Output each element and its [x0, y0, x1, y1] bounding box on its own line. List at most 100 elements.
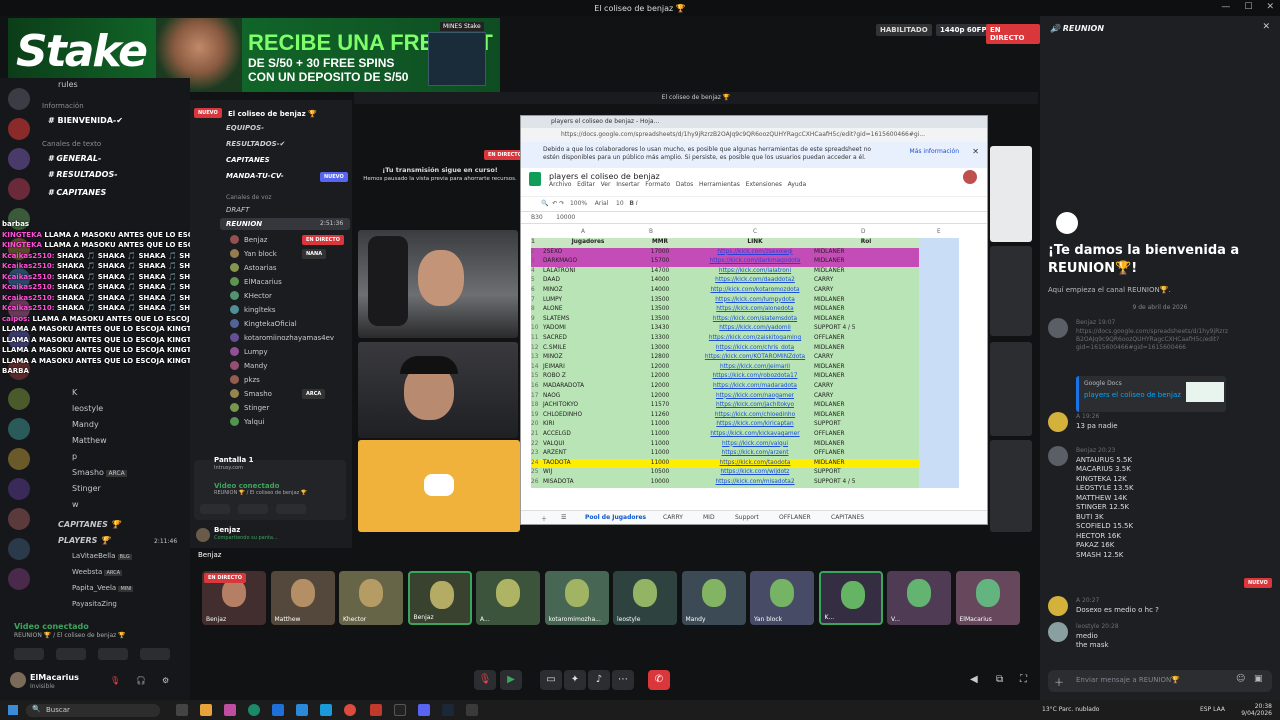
cell-link[interactable]: https://kick.com/misadota2 — [679, 479, 831, 485]
cell-link[interactable]: https://kick.com/taodota — [679, 460, 831, 466]
taskbar-search[interactable]: 🔍 Buscar — [26, 704, 160, 717]
avatar[interactable] — [963, 170, 977, 184]
participant-tile[interactable]: K... — [818, 571, 883, 625]
table-row[interactable]: 25 WIJ 10500 https://kick.com/wijdotz SUPPOR… — [531, 468, 919, 478]
voice-member[interactable]: LaVitaeBella BLG — [72, 552, 132, 560]
camera-button[interactable] — [200, 504, 230, 514]
table-row[interactable]: 26 MISADOTA 10000 https://kick.com/misadota… — [531, 478, 919, 488]
browser-tab[interactable]: players el coliseo de benjaz - Hoja... — [521, 116, 987, 128]
avatar[interactable] — [1048, 318, 1068, 338]
cell-link[interactable]: https://kick.com/lumpydota — [679, 297, 831, 303]
table-row[interactable]: 18 JACHITOKYO 11570 https://kick.com/jachit… — [531, 401, 919, 411]
user-name[interactable]: Benjaz — [214, 526, 240, 534]
table-row[interactable]: 12 C.SMILE 13000 https://kick.com/chris_dot… — [531, 343, 919, 354]
server-icon[interactable] — [8, 148, 30, 170]
voice-member[interactable]: Mandy — [72, 420, 99, 429]
table-row[interactable]: 13 MINOZ 12800 https://kick.com/KOTAROMINZd… — [531, 353, 919, 363]
mic-muted-icon[interactable]: 🎙 — [474, 670, 496, 690]
message-author[interactable]: Benjaz — [1076, 447, 1096, 454]
voice-member[interactable]: Yalqui — [244, 418, 264, 426]
cell-link[interactable]: https://kick.com/naogamer — [679, 393, 831, 399]
clock[interactable]: 20:38 9/04/2026 — [1241, 703, 1272, 717]
table-row[interactable]: 7 LUMPY 13500 https://kick.com/lumpydota MID… — [531, 295, 919, 306]
menu-datos[interactable]: Datos — [676, 181, 693, 188]
server-name[interactable]: El coliseo de benjaz 🏆 — [228, 110, 317, 118]
table-row[interactable]: 8 ALONE 13500 https://kick.com/alonedota MID… — [531, 305, 919, 315]
table-row[interactable]: 21 ACCELGD 11000 https://kick.com/kickavaga… — [531, 430, 919, 440]
cell-link[interactable]: https://kick.com/madaradota — [679, 383, 831, 389]
table-row[interactable]: 23 ARZENT 11000 https://kick.com/arzent OFFL… — [531, 449, 919, 459]
google-sheets-window[interactable]: players el coliseo de benjaz - Hoja... h… — [520, 115, 988, 525]
embed-title[interactable]: players el coliseo de benjaz — [1084, 391, 1181, 399]
activity-icon[interactable]: ✦ — [564, 670, 586, 690]
participant-tile[interactable]: leostyle — [613, 571, 677, 625]
tab-capitanes[interactable]: CAPITANES — [831, 514, 864, 521]
table-row[interactable]: 2 2SEXO 17000 https://kick.com/zsexoleqi MID… — [531, 247, 919, 258]
cell-link[interactable]: https://kick.com/slatemsdota — [679, 316, 831, 322]
webcam-1[interactable] — [358, 230, 518, 338]
channel-equipos[interactable]: EQUIPOS- — [226, 124, 264, 132]
gear-icon[interactable]: ⚙ — [162, 676, 169, 685]
category-voice[interactable]: Canales de voz — [226, 194, 272, 201]
voice-member[interactable]: Stinger — [72, 484, 101, 493]
table-row[interactable]: 17 NAOG 12000 https://kick.com/naogamer CARR… — [531, 391, 919, 402]
col-letter[interactable]: B — [649, 229, 653, 235]
headphones-icon[interactable]: 🎧 — [136, 676, 146, 685]
avatar[interactable] — [230, 375, 239, 384]
col-letter[interactable]: D — [861, 229, 865, 235]
edge-icon[interactable] — [248, 704, 260, 716]
table-row[interactable]: 19 CHLOEDINHO 11260 https://kick.com/chloed… — [531, 410, 919, 421]
voice-member[interactable]: kotaromiinozhayamas4ev — [244, 334, 334, 342]
cell-ref[interactable]: B30 — [531, 214, 543, 221]
cell-link[interactable]: https://kick.com/lalatroni — [679, 268, 831, 274]
table-row[interactable]: 3 DARKMAGO 15700 https://kick.com/darkmagod… — [531, 257, 919, 267]
avatar[interactable] — [230, 263, 239, 272]
channel-draft[interactable]: DRAFT — [226, 206, 249, 214]
cell-link[interactable]: https://kick.com/chris_dota — [679, 345, 831, 351]
channel-capitanes[interactable]: CAPITANES — [226, 156, 270, 164]
voice-member[interactable]: Smasho ARCA — [72, 468, 127, 477]
close-icon[interactable]: ✕ — [1266, 2, 1274, 12]
soundboard-icon[interactable]: ♪ — [588, 670, 610, 690]
table-row[interactable]: 15 ROBO Z 12000 https://kick.com/robozdota1… — [531, 372, 919, 382]
volume-icon[interactable]: ◀ — [970, 674, 978, 685]
avatar[interactable] — [230, 235, 239, 244]
more-info-link[interactable]: Más información — [910, 148, 959, 155]
menu-extensiones[interactable]: Extensiones — [746, 181, 782, 188]
avatar[interactable] — [230, 249, 239, 258]
voice-member[interactable]: Yan block — [244, 250, 277, 258]
channel-resultados[interactable]: # RESULTADOS- — [48, 170, 118, 179]
voice-member[interactable]: kinglteks — [244, 306, 276, 314]
app-icon[interactable] — [370, 704, 382, 716]
avatar[interactable] — [10, 672, 26, 688]
doc-title[interactable]: players el coliseo de benjaz — [549, 172, 660, 181]
avatar[interactable] — [230, 361, 239, 370]
server-icon[interactable] — [8, 88, 30, 110]
store-icon[interactable] — [296, 704, 308, 716]
cell-link[interactable]: https://kick.com/kickavagamer — [679, 431, 831, 437]
screen-share-button[interactable] — [238, 504, 268, 514]
menu-formato[interactable]: Formato — [645, 181, 670, 188]
voice-member[interactable]: Astoarias — [244, 264, 277, 272]
cell-link[interactable]: https://kick.com/alonedota — [679, 306, 831, 312]
avatar[interactable] — [230, 347, 239, 356]
category-info[interactable]: Información — [42, 102, 84, 110]
minimize-icon[interactable]: — — [1221, 2, 1230, 12]
table-row[interactable]: 24 TAODOTA 11000 https://kick.com/taodota MI… — [531, 458, 919, 469]
screen-share-icon[interactable]: ▭ — [540, 670, 562, 690]
message-author[interactable]: leostyle — [1076, 623, 1099, 630]
screen-share-title[interactable]: Pantalla 1 — [214, 456, 254, 464]
search-icon[interactable]: 🔍 — [541, 200, 548, 207]
cell-link[interactable]: https://kick.com/kiricaptan — [679, 421, 831, 427]
header-mmr[interactable]: MMR — [641, 239, 679, 245]
voice-member[interactable]: Smasho — [244, 390, 272, 398]
col-letter[interactable]: C — [753, 229, 757, 235]
voice-member[interactable]: Weebsta ARCA — [72, 568, 123, 576]
discord-icon[interactable] — [418, 704, 430, 716]
voice-member[interactable]: PayasitaZing — [72, 600, 117, 608]
header-jugadores[interactable]: Jugadores — [543, 239, 633, 245]
cell-link[interactable]: https://kick.com/wijdotz — [679, 469, 831, 475]
soundboard-button[interactable] — [140, 648, 170, 660]
steam-icon[interactable] — [442, 704, 454, 716]
message-author[interactable]: A — [1076, 597, 1080, 604]
